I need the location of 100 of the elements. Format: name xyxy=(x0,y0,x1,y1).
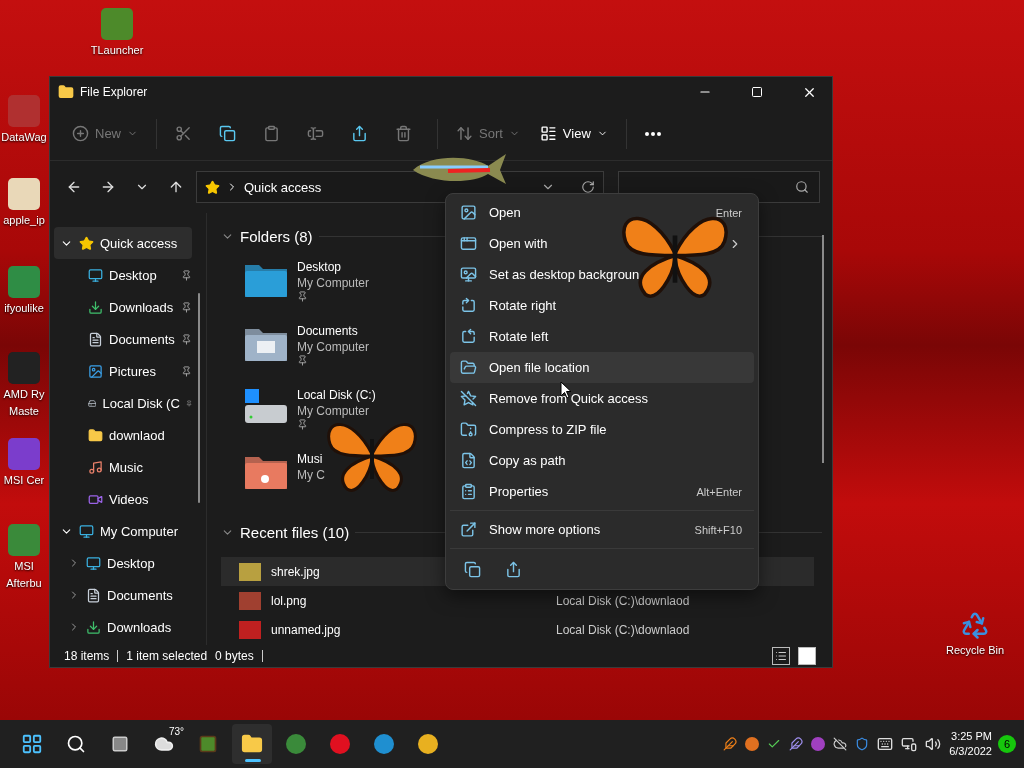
document-icon xyxy=(88,331,103,347)
music-icon xyxy=(88,459,103,475)
menu-item[interactable]: Rotate right xyxy=(450,290,754,321)
sort-icon xyxy=(456,125,473,142)
sidebar-item[interactable]: Local Disk (C xyxy=(54,387,192,419)
photo-placeholder xyxy=(239,562,261,581)
monitor-icon xyxy=(79,523,94,539)
back-arrow-icon xyxy=(66,179,82,195)
picture-icon xyxy=(460,204,477,221)
details-view-button[interactable] xyxy=(772,647,790,665)
menu-item[interactable]: Set as desktop backgroun xyxy=(450,259,754,290)
windows-logo-icon xyxy=(21,733,43,755)
share-icon xyxy=(505,560,522,578)
section-title: Folders (8) xyxy=(240,227,313,245)
app-icon xyxy=(460,235,477,252)
keyboard-icon[interactable] xyxy=(877,736,894,752)
tiles-view-button[interactable] xyxy=(798,647,816,665)
sidebar-item[interactable]: Desktop xyxy=(54,259,192,291)
view-button[interactable]: View xyxy=(531,119,616,148)
butterfly-icon[interactable] xyxy=(723,737,738,751)
sidebar-item[interactable]: Documents xyxy=(54,323,192,355)
rotate-right-icon xyxy=(460,297,477,314)
sidebar-item[interactable]: Pictures xyxy=(54,355,192,387)
file-location: Local Disk (C:)\downlaod xyxy=(556,622,691,637)
taskbar-app[interactable]: 73° xyxy=(144,724,184,764)
monitor-icon xyxy=(88,267,103,283)
sidebar-item[interactable]: Desktop xyxy=(54,547,192,579)
sidebar-item[interactable]: Documents xyxy=(54,579,192,611)
maximize-icon xyxy=(751,86,763,98)
menu-item[interactable]: Open file location xyxy=(450,352,754,383)
picture-icon xyxy=(88,363,103,379)
clock[interactable]: 3:25 PM 6/3/2022 xyxy=(949,729,992,759)
desktop-icon-label: Maste xyxy=(9,404,39,418)
address-path: Quick access xyxy=(244,179,323,195)
list-icon xyxy=(775,650,787,662)
folder-location: My Computer xyxy=(297,275,370,291)
file-row[interactable]: lol.png Local Disk (C:)\downlaod xyxy=(221,586,814,615)
copy-icon xyxy=(219,125,236,142)
notification-badge[interactable]: 6 xyxy=(998,735,1016,753)
menu-item[interactable]: Compress to ZIP file xyxy=(450,414,754,445)
shortcut-text: Shift+F10 xyxy=(694,523,742,536)
app-icon[interactable] xyxy=(811,737,826,751)
grass-block-icon xyxy=(198,734,218,754)
folder-location: My Computer xyxy=(297,403,371,419)
more-options-icon xyxy=(460,521,477,538)
folder-name[interactable]: Desktop xyxy=(297,259,370,275)
folder-location: My C xyxy=(297,467,325,483)
search-icon xyxy=(66,734,86,754)
menu-item[interactable]: Copy as path xyxy=(450,445,754,476)
shortcut-text: Enter xyxy=(715,206,742,219)
check-icon[interactable] xyxy=(767,737,782,751)
star-icon xyxy=(205,179,220,195)
desktop-icon-label: TLauncher xyxy=(90,43,144,57)
folder-name[interactable]: Local Disk (C:) xyxy=(297,387,376,403)
taskbar-app[interactable] xyxy=(232,724,272,764)
feather-icon[interactable] xyxy=(789,737,804,751)
document-icon xyxy=(86,587,101,603)
sidebar-item[interactable]: Videos xyxy=(54,483,192,515)
menu-item[interactable]: Open with xyxy=(450,228,754,259)
network-icon[interactable] xyxy=(901,736,918,752)
download-icon xyxy=(86,619,101,635)
desktop-icon-label: apple_ip xyxy=(3,213,45,227)
sidebar-item[interactable]: Quick access xyxy=(54,227,192,259)
app-icon[interactable] xyxy=(745,737,760,751)
monitor-icon xyxy=(86,555,101,571)
sidebar-item[interactable]: Downloads xyxy=(54,611,192,643)
menu-item[interactable]: Remove from Quick access xyxy=(450,383,754,414)
shield-icon[interactable] xyxy=(855,737,870,751)
sidebar-item[interactable]: Music xyxy=(54,451,192,483)
share-icon xyxy=(351,125,368,142)
shortcut-text: Alt+Enter xyxy=(696,485,742,498)
folder-name[interactable]: Musi xyxy=(297,451,325,467)
desktop-icon-label: MSI Cer xyxy=(3,473,45,487)
desktop-icon-label: Afterbu xyxy=(6,576,42,590)
sidebar-item[interactable]: downlaod xyxy=(54,419,192,451)
file-row[interactable]: unnamed.jpg Local Disk (C:)\downlaod xyxy=(221,615,814,644)
forward-arrow-icon xyxy=(100,179,116,195)
menu-item[interactable]: Rotate left xyxy=(450,321,754,352)
desktop-icon-label: MSI xyxy=(14,559,34,573)
sidebar-item[interactable]: Downloads xyxy=(54,291,192,323)
window-title: File Explorer xyxy=(80,85,149,99)
rename-icon xyxy=(307,125,324,142)
selection-size: 0 bytes xyxy=(215,650,263,662)
folder-name[interactable]: Documents xyxy=(297,323,370,339)
star-icon xyxy=(460,390,477,407)
volume-icon[interactable] xyxy=(925,736,942,752)
download-icon xyxy=(88,299,103,315)
refresh-icon[interactable] xyxy=(581,180,595,194)
selection-info: 1 item selected xyxy=(126,649,208,663)
more-icon xyxy=(644,131,661,136)
folder-icon xyxy=(241,733,263,755)
app-icon xyxy=(330,734,350,754)
recycle-bin-icon[interactable] xyxy=(960,610,990,640)
rotate-left-icon xyxy=(460,328,477,345)
trash-icon xyxy=(395,125,412,142)
menu-item[interactable]: Show more options Shift+F10 xyxy=(450,514,754,545)
menu-item[interactable]: Properties Alt+Enter xyxy=(450,476,754,507)
sidebar-item[interactable]: My Computer xyxy=(54,515,192,547)
cloud-icon[interactable] xyxy=(833,737,848,751)
zip-folder-icon xyxy=(460,421,477,438)
